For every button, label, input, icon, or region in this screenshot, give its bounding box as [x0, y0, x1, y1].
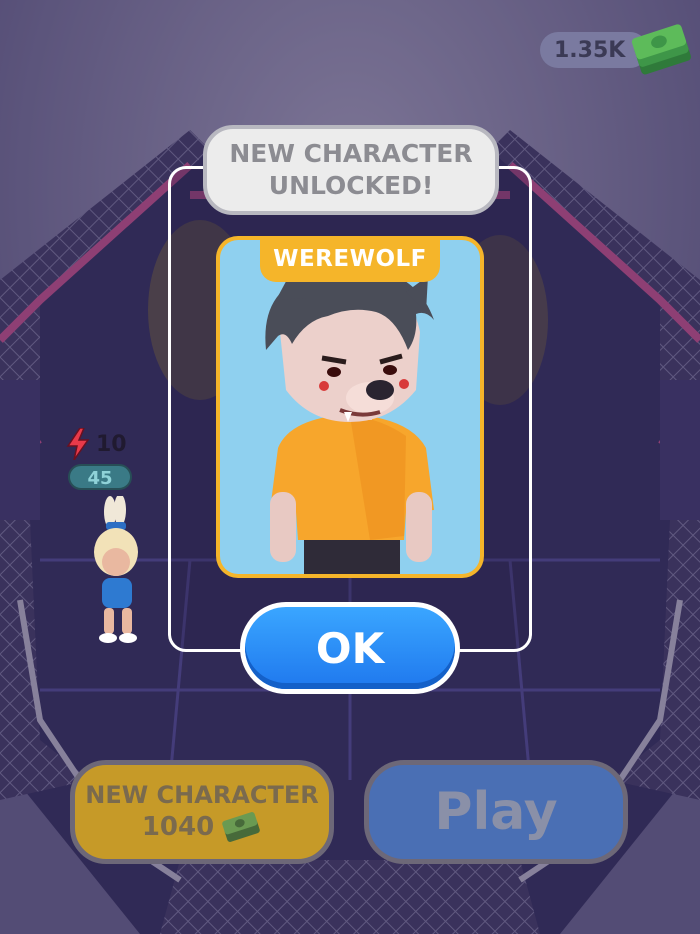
cash-stack-icon: [222, 812, 260, 842]
dialog-title-line1: NEW CHARACTER: [229, 139, 473, 168]
money-value: 1.35K: [554, 37, 626, 63]
new-character-cost-row: 1040: [142, 810, 262, 844]
cash-stack-icon: [631, 24, 691, 75]
new-character-label: NEW CHARACTER: [85, 781, 319, 809]
fighter-character: [94, 496, 138, 643]
lightning-bolt-icon: [66, 428, 90, 460]
new-character-button[interactable]: NEW CHARACTER 1040: [70, 760, 334, 864]
werewolf-character-image: [265, 265, 434, 574]
ok-button[interactable]: OK: [240, 602, 460, 694]
character-name-tab: WEREWOLF: [260, 236, 440, 282]
character-card: [216, 236, 484, 578]
new-character-cost: 1040: [141, 812, 215, 842]
play-button-label: Play: [434, 782, 558, 842]
fighter-health-badge: 45: [68, 464, 132, 490]
ok-button-label: OK: [245, 607, 455, 689]
play-button[interactable]: Play: [364, 760, 628, 864]
dialog-title: NEW CHARACTER UNLOCKED!: [203, 125, 499, 215]
fighter-power: 10: [96, 432, 127, 457]
dialog-title-line2: UNLOCKED!: [268, 171, 434, 200]
character-portrait: [220, 240, 480, 574]
